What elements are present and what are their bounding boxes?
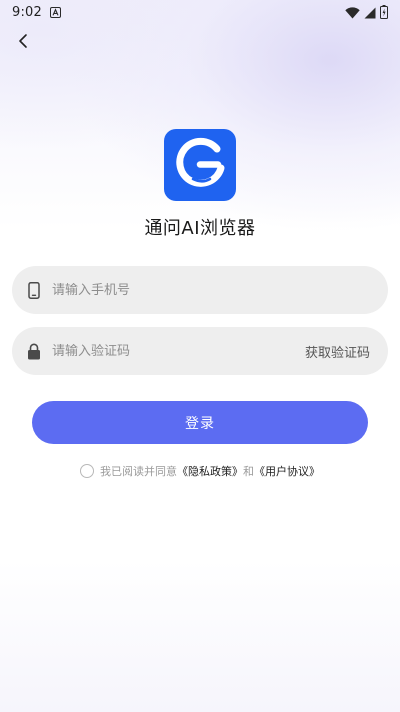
verification-code-input[interactable] <box>52 343 305 359</box>
verification-code-field[interactable]: 获取验证码 <box>12 327 388 375</box>
status-icons <box>345 4 388 23</box>
agreement-row: 我已阅读并同意 《隐私政策》 和 《用户协议》 <box>0 461 400 481</box>
phone-field[interactable] <box>12 266 388 314</box>
status-bar: 9:02 <box>0 0 400 24</box>
app-name: 通问AI浏览器 <box>144 218 256 239</box>
cell-signal-icon <box>364 4 376 23</box>
status-time: 9:02 <box>12 4 42 20</box>
a-notification-icon <box>50 6 61 18</box>
login-screen: 9:02 通问AI浏览器 请输入手机号 请输入验证码 获取验证码 登录 我已阅读… <box>0 0 400 712</box>
get-code-button[interactable]: 获取验证码 <box>305 342 370 361</box>
g-logo-icon <box>172 135 228 195</box>
phone-input[interactable] <box>52 282 370 298</box>
agreement-checkbox[interactable] <box>80 464 94 478</box>
app-logo <box>164 129 236 201</box>
wifi-icon <box>345 4 360 23</box>
agreement-prefix: 我已阅读并同意 <box>100 465 177 478</box>
phone-icon <box>26 281 42 299</box>
battery-icon <box>380 4 388 23</box>
login-button[interactable]: 登录 <box>32 401 368 444</box>
chevron-left-icon <box>17 33 29 53</box>
back-button[interactable] <box>10 30 36 56</box>
agreement-conjunction: 和 <box>243 465 254 478</box>
lock-icon <box>26 342 42 360</box>
privacy-policy-link[interactable]: 《隐私政策》 <box>177 463 243 479</box>
user-agreement-link[interactable]: 《用户协议》 <box>254 463 320 479</box>
